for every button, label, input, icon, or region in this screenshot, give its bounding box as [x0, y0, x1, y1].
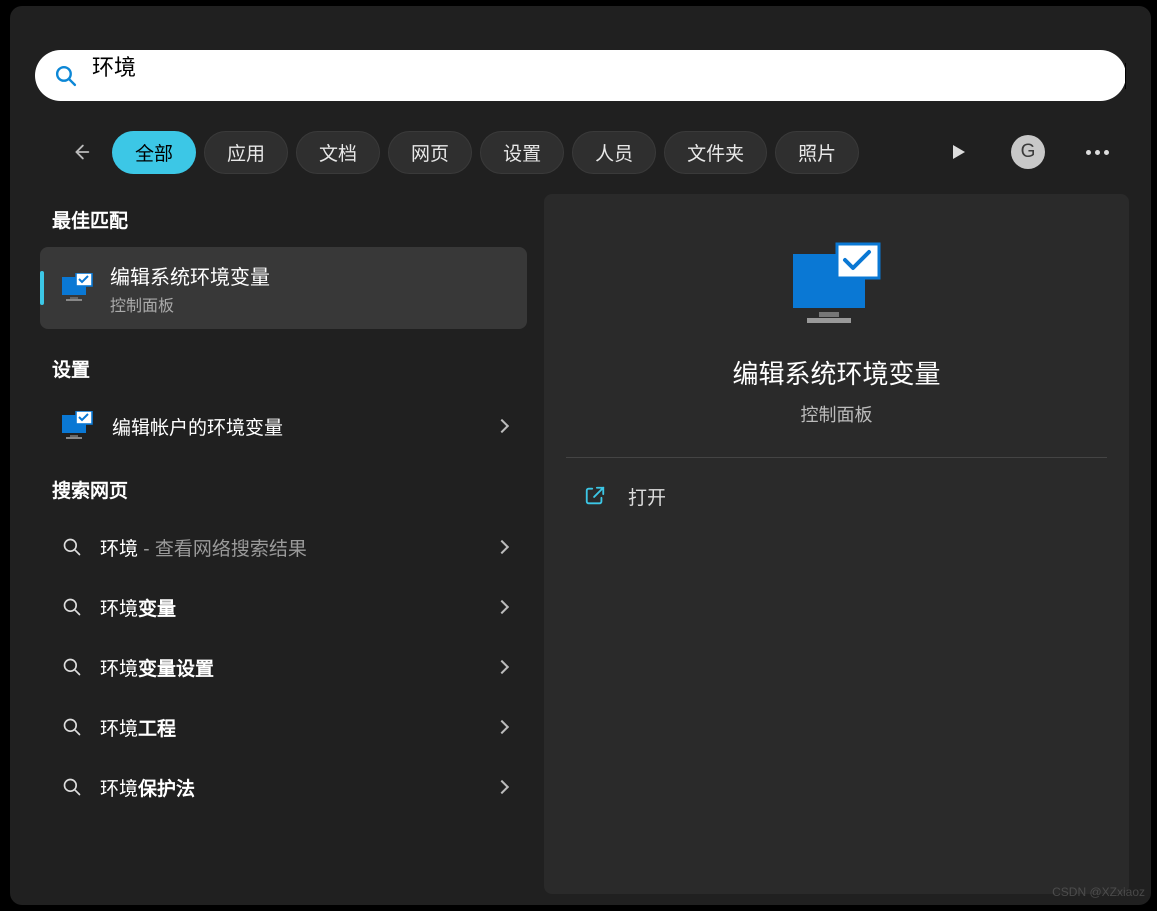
filter-chip-web[interactable]: 网页	[388, 131, 472, 174]
web-result-2-suffix: 变量设置	[138, 659, 214, 680]
search-icon	[62, 717, 82, 737]
web-result-4-prefix: 环境	[100, 779, 138, 800]
chevron-right-icon	[495, 780, 509, 794]
web-result-1-prefix: 环境	[100, 599, 138, 620]
chevron-right-icon	[495, 600, 509, 614]
filter-chip-apps[interactable]: 应用	[204, 131, 288, 174]
divider	[566, 457, 1107, 458]
header-right-icons: G	[941, 129, 1115, 175]
chevron-right-icon	[495, 660, 509, 674]
search-icon	[62, 657, 82, 677]
play-icon[interactable]	[941, 134, 977, 170]
best-match-title: 编辑系统环境变量	[110, 261, 270, 290]
more-icon[interactable]	[1079, 134, 1115, 170]
web-result-0[interactable]: 环境 - 查看网络搜索结果	[40, 517, 527, 577]
web-result-2-prefix: 环境	[100, 659, 138, 680]
monitor-icon	[62, 411, 94, 441]
web-result-1-suffix: 变量	[138, 599, 176, 620]
open-external-icon	[584, 485, 606, 507]
search-icon	[62, 537, 82, 557]
preview-panel: 编辑系统环境变量 控制面板 打开	[544, 194, 1129, 894]
settings-result-0[interactable]: 编辑帐户的环境变量	[40, 396, 527, 456]
chevron-right-icon	[495, 540, 509, 554]
web-result-3-suffix: 工程	[138, 719, 176, 740]
search-icon	[53, 63, 78, 88]
filter-chip-settings[interactable]: 设置	[480, 131, 564, 174]
web-result-0-prefix: 环境	[100, 539, 138, 560]
chevron-right-icon	[495, 720, 509, 734]
filter-chip-folders[interactable]: 文件夹	[664, 131, 767, 174]
text-caret	[1125, 63, 1126, 89]
web-result-4-suffix: 保护法	[138, 779, 195, 800]
web-result-3[interactable]: 环境工程	[40, 697, 527, 757]
preview-title: 编辑系统环境变量	[544, 354, 1129, 391]
profile-avatar[interactable]: G	[1011, 135, 1045, 169]
search-window: 环境 全部 应用 文档 网页 设置 人员 文件夹 照片 G 最佳匹配	[10, 6, 1151, 905]
open-label: 打开	[628, 483, 666, 510]
search-bar[interactable]: 环境	[35, 50, 1126, 101]
best-match-result[interactable]: 编辑系统环境变量 控制面板	[40, 247, 527, 329]
filter-chip-docs[interactable]: 文档	[296, 131, 380, 174]
back-button[interactable]	[58, 129, 104, 175]
open-action[interactable]: 打开	[566, 470, 1107, 522]
web-result-3-prefix: 环境	[100, 719, 138, 740]
web-result-4[interactable]: 环境保护法	[40, 757, 527, 817]
search-icon	[62, 597, 82, 617]
filter-row: 全部 应用 文档 网页 设置 人员 文件夹 照片	[58, 129, 859, 175]
results-column: 最佳匹配 编辑系统环境变量 控制面板 设置 编辑	[40, 206, 537, 817]
monitor-hero-icon	[789, 242, 885, 326]
web-result-2[interactable]: 环境变量设置	[40, 637, 527, 697]
filter-chip-photos[interactable]: 照片	[775, 131, 859, 174]
watermark: CSDN @XZxiaoz	[1052, 885, 1145, 899]
best-match-subtitle: 控制面板	[110, 292, 270, 316]
monitor-icon	[62, 273, 94, 303]
search-input[interactable]: 环境	[92, 50, 1127, 101]
filter-chip-people[interactable]: 人员	[572, 131, 656, 174]
web-result-0-suffix: - 查看网络搜索结果	[138, 539, 307, 560]
web-result-1[interactable]: 环境变量	[40, 577, 527, 637]
preview-subtitle: 控制面板	[544, 401, 1129, 427]
section-web: 搜索网页	[52, 476, 537, 503]
filter-chips: 全部 应用 文档 网页 设置 人员 文件夹 照片	[112, 131, 859, 174]
chevron-right-icon	[495, 419, 509, 433]
filter-chip-all[interactable]: 全部	[112, 131, 196, 174]
search-icon	[62, 777, 82, 797]
settings-result-0-label: 编辑帐户的环境变量	[112, 418, 283, 439]
section-best-match: 最佳匹配	[52, 206, 537, 233]
section-settings: 设置	[52, 355, 537, 382]
